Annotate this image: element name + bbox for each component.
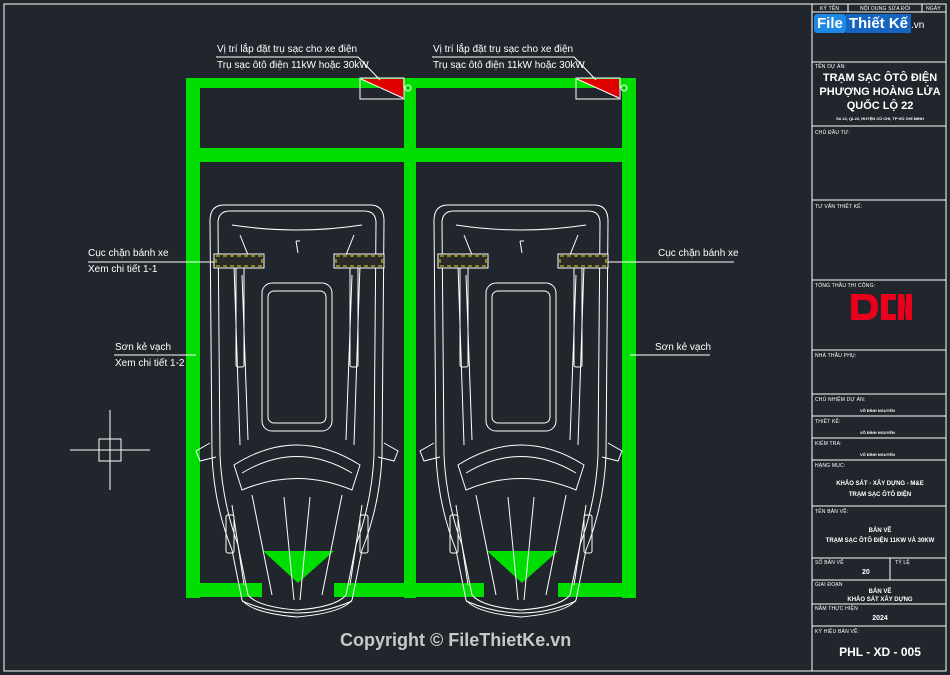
tb-drawing-line-1: BẢN VẼ xyxy=(868,528,892,534)
tb-category-line-1: KHẢO SÁT - XÂY DỰNG - M&E xyxy=(836,481,924,487)
tb-design-label: THIẾT KẾ: xyxy=(815,419,841,425)
tb-check-label: KIỂM TRA: xyxy=(815,441,842,447)
charger-spec-label-left: Trụ sạc ôtô điện 11kW hoặc 30kW xyxy=(217,60,369,71)
tb-year-value: 2024 xyxy=(872,615,888,622)
cad-drawing-canvas: Vị trí lắp đặt trụ sạc cho xe điện Trụ s… xyxy=(0,0,950,675)
tb-code-value: PHL - XD - 005 xyxy=(839,645,921,659)
wheel-stop-label-left: Cục chặn bánh xe xyxy=(88,248,169,259)
tb-stage-line-2: KHẢO SÁT XÂY DỰNG xyxy=(847,597,913,603)
tb-design-name: VÕ ĐÌNH NGUYÊN xyxy=(860,430,895,435)
tb-project-line-1: TRẠM SẠC ÔTÔ ĐIỆN xyxy=(822,72,938,84)
tb-project-address: Số 22, QL22, HUYỆN CỦ CHI, TP HỒ CHÍ MIN… xyxy=(836,116,924,121)
tb-drawing-line-2: TRẠM SẠC ÔTÔ ĐIỆN 11KW VÀ 30KW xyxy=(825,538,935,544)
tb-stage-label: GIAI ĐOẠN xyxy=(815,582,843,588)
dcn-logo xyxy=(851,294,912,320)
tb-stage-line-1: BẢN VẼ xyxy=(868,589,892,595)
wheel-stop-detail-label: Xem chi tiết 1-1 xyxy=(88,264,158,275)
logo-vn-part: .vn xyxy=(911,20,925,31)
drawing-svg xyxy=(3,3,947,672)
copyright-watermark: Copyright © FileThietKe.vn xyxy=(340,630,572,650)
tb-sheet-no-label: SỐ BẢN VẼ xyxy=(815,560,844,566)
charger-spec-label-right: Trụ sạc ôtô điện 11kW hoặc 30kW xyxy=(433,60,585,71)
tb-subcontractor-label: NHÀ THẦU PHỤ: xyxy=(815,353,857,359)
parking-line-paint xyxy=(186,78,636,598)
wheel-stop-label-right: Cục chặn bánh xe xyxy=(658,248,739,259)
tb-sign-header: KÝ TÊN xyxy=(820,6,840,12)
tb-code-label: KÝ HIỆU BẢN VẼ: xyxy=(815,629,860,635)
tb-project-line-3: QUỐC LỘ 22 xyxy=(846,100,914,112)
line-paint-label-left: Sơn kẻ vạch xyxy=(115,342,172,353)
tb-pm-name: VÕ ĐÌNH NGUYÊN xyxy=(860,408,895,413)
tb-category-label: HẠNG MỤC: xyxy=(815,463,846,469)
tb-check-name: VÕ ĐÌNH NGUYÊN xyxy=(860,452,895,457)
tb-revision-header: NỘI DUNG SỬA ĐỔI xyxy=(860,6,911,12)
charger-location-label-left: Vị trí lắp đặt trụ sạc cho xe điện xyxy=(217,44,358,55)
logo-file-part: File xyxy=(814,14,846,33)
filethietke-logo: File Thiết Kế .vn xyxy=(814,14,946,44)
tb-scale-label: TỶ LỆ xyxy=(895,560,910,566)
tb-consultant-label: TƯ VẤN THIẾT KẾ: xyxy=(815,204,863,210)
tb-investor-label: CHỦ ĐẦU TƯ: xyxy=(815,130,850,136)
tb-project-label: TÊN DỰ ÁN: xyxy=(815,64,846,70)
logo-thietke-part: Thiết Kế xyxy=(845,14,912,33)
tb-category-line-2: TRẠM SẠC ÔTÔ ĐIỆN xyxy=(848,492,912,498)
tb-contractor-label: TỔNG THẦU THI CÔNG: xyxy=(815,283,876,289)
crosshair-symbol xyxy=(70,410,150,490)
tb-drawing-label: TÊN BẢN VẼ: xyxy=(815,509,849,515)
tb-sheet-no-value: 20 xyxy=(862,569,870,576)
tb-project-line-2: PHƯỢNG HOÀNG LỬA xyxy=(819,86,941,98)
line-paint-label-right: Sơn kẻ vạch xyxy=(655,342,712,353)
tb-pm-label: CHỦ NHIỆM DỰ ÁN: xyxy=(815,397,866,403)
tb-date-header: NGÀY xyxy=(926,6,941,12)
direction-arrow-right xyxy=(487,551,558,583)
tb-year-label: NĂM THỰC HIỆN xyxy=(815,606,858,612)
direction-arrow-left xyxy=(263,551,334,583)
line-paint-detail-label: Xem chi tiết 1-2 xyxy=(115,358,185,369)
charger-location-label-right: Vị trí lắp đặt trụ sạc cho xe điện xyxy=(433,44,574,55)
